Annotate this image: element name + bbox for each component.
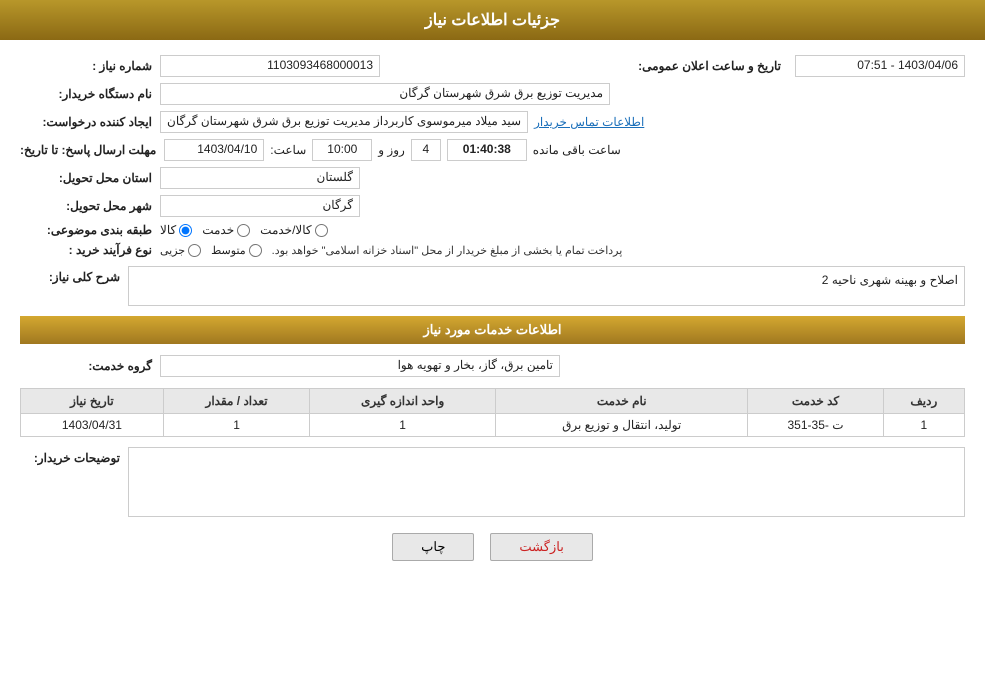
sharh-label: شرح کلی نیاز: bbox=[20, 266, 120, 284]
sharh-value: اصلاح و بهینه شهری ناحیه 2 bbox=[128, 266, 965, 306]
shahr-value: گرگان bbox=[160, 195, 360, 217]
naam-dastgah-value-area: مدیریت توزیع برق شرق شهرستان گرگان bbox=[160, 83, 965, 105]
mohlat-countdown: 01:40:38 bbox=[447, 139, 527, 161]
grohe-value-area: تامین برق، گاز، بخار و تهویه هوا bbox=[160, 355, 965, 377]
tarikh-label: تاریخ و ساعت اعلان عمومی: bbox=[638, 59, 789, 73]
row-farayand: نوع فرآیند خرید : جزیی متوسط پرداخت تمام… bbox=[20, 240, 965, 260]
radio-khadamat: خدمت bbox=[202, 223, 250, 237]
radio-motavassett-input[interactable] bbox=[249, 244, 262, 257]
page-wrapper: جزئیات اطلاعات نیاز شماره نیاز : 1103093… bbox=[0, 0, 985, 691]
radio-kala-khadamat-input[interactable] bbox=[315, 224, 328, 237]
col-tedad: تعداد / مقدار bbox=[163, 389, 309, 414]
naam-dastgah-label: نام دستگاه خریدار: bbox=[20, 87, 160, 101]
process-motavassett: متوسط bbox=[211, 244, 262, 257]
ostan-value: گلستان bbox=[160, 167, 360, 189]
services-table: ردیف کد خدمت نام خدمت واحد اندازه گیری ت… bbox=[20, 388, 965, 437]
print-button[interactable]: چاپ bbox=[392, 533, 474, 561]
mohlat-countdown-label: ساعت باقی مانده bbox=[533, 143, 621, 157]
col-vahed: واحد اندازه گیری bbox=[310, 389, 496, 414]
table-header-row: ردیف کد خدمت نام خدمت واحد اندازه گیری ت… bbox=[21, 389, 965, 414]
radio-motavassett-label: متوسط bbox=[211, 244, 246, 257]
table-row: 1 ت -35-351 تولید، انتقال و توزیع برق 1 … bbox=[21, 414, 965, 437]
row-sharh: شرح کلی نیاز: اصلاح و بهینه شهری ناحیه 2 bbox=[20, 266, 965, 306]
process-jozi: جزیی bbox=[160, 244, 201, 257]
shomare-label: شماره نیاز : bbox=[20, 59, 160, 73]
table-head: ردیف کد خدمت نام خدمت واحد اندازه گیری ت… bbox=[21, 389, 965, 414]
col-naam: نام خدمت bbox=[496, 389, 748, 414]
header-title: جزئیات اطلاعات نیاز bbox=[425, 12, 560, 29]
row-grohe: گروه خدمت: تامین برق، گاز، بخار و تهویه … bbox=[20, 352, 965, 380]
tarikh-area: تاریخ و ساعت اعلان عمومی: 1403/04/06 - 0… bbox=[563, 55, 966, 77]
col-radif: ردیف bbox=[883, 389, 964, 414]
mohlat-value-area: 1403/04/10 ساعت: 10:00 روز و 4 01:40:38 … bbox=[164, 139, 965, 161]
radio-kala-label: کالا bbox=[160, 223, 176, 237]
tabaqe-label: طبقه بندی موضوعی: bbox=[20, 223, 160, 237]
row-shomare: شماره نیاز : 1103093468000013 تاریخ و سا… bbox=[20, 52, 965, 80]
bottom-buttons: بازگشت چاپ bbox=[20, 533, 965, 561]
shahr-label: شهر محل تحویل: bbox=[20, 199, 160, 213]
ostan-value-area: گلستان bbox=[160, 167, 965, 189]
row-buyer-desc: توضیحات خریدار: bbox=[20, 447, 965, 517]
back-button[interactable]: بازگشت bbox=[490, 533, 592, 561]
ijad-value: سید میلاد میرموسوی کاربرداز مدیریت توزیع… bbox=[160, 111, 528, 133]
farayand-note: پرداخت تمام یا بخشی از مبلغ خریدار از مح… bbox=[272, 244, 623, 257]
mohlat-date: 1403/04/10 bbox=[164, 139, 264, 161]
shahr-value-area: گرگان bbox=[160, 195, 965, 217]
cell-kod: ت -35-351 bbox=[748, 414, 883, 437]
tabaqe-radio-group: کالا خدمت کالا/خدمت bbox=[160, 223, 328, 237]
cell-radif: 1 bbox=[883, 414, 964, 437]
services-title: اطلاعات خدمات مورد نیاز bbox=[423, 322, 561, 337]
radio-kala: کالا bbox=[160, 223, 192, 237]
row-mohlat: مهلت ارسال پاسخ: تا تاریخ: 1403/04/10 سا… bbox=[20, 136, 965, 164]
mohlat-label: مهلت ارسال پاسخ: تا تاریخ: bbox=[20, 143, 164, 157]
col-kod: کد خدمت bbox=[748, 389, 883, 414]
radio-jozi-input[interactable] bbox=[188, 244, 201, 257]
row-ijad: ایجاد کننده درخواست: سید میلاد میرموسوی … bbox=[20, 108, 965, 136]
radio-kala-khadamat-label: کالا/خدمت bbox=[260, 223, 311, 237]
ostan-label: استان محل تحویل: bbox=[20, 171, 160, 185]
cell-tedad: 1 bbox=[163, 414, 309, 437]
ijad-value-area: سید میلاد میرموسوی کاربرداز مدیریت توزیع… bbox=[160, 111, 965, 133]
radio-khadamat-input[interactable] bbox=[237, 224, 250, 237]
buyer-desc-label: توضیحات خریدار: bbox=[20, 447, 120, 465]
mohlat-days-label: روز و bbox=[378, 143, 405, 157]
shomare-value-area: 1103093468000013 bbox=[160, 55, 563, 77]
col-tarikh: تاریخ نیاز bbox=[21, 389, 164, 414]
table-body: 1 ت -35-351 تولید، انتقال و توزیع برق 1 … bbox=[21, 414, 965, 437]
mohlat-days: 4 bbox=[411, 139, 441, 161]
row-shahr: شهر محل تحویل: گرگان bbox=[20, 192, 965, 220]
grohe-value: تامین برق، گاز، بخار و تهویه هوا bbox=[160, 355, 560, 377]
radio-kala-khadamat: کالا/خدمت bbox=[260, 223, 327, 237]
page-header: جزئیات اطلاعات نیاز bbox=[0, 0, 985, 40]
farayand-value-area: جزیی متوسط پرداخت تمام یا بخشی از مبلغ خ… bbox=[160, 244, 965, 257]
cell-naam: تولید، انتقال و توزیع برق bbox=[496, 414, 748, 437]
ijad-label: ایجاد کننده درخواست: bbox=[20, 115, 160, 129]
grohe-label: گروه خدمت: bbox=[20, 359, 160, 373]
row-naam-dastgah: نام دستگاه خریدار: مدیریت توزیع برق شرق … bbox=[20, 80, 965, 108]
shomare-value: 1103093468000013 bbox=[160, 55, 380, 77]
mohlat-time: 10:00 bbox=[312, 139, 372, 161]
mohlat-time-label: ساعت: bbox=[270, 143, 306, 157]
radio-khadamat-label: خدمت bbox=[202, 223, 234, 237]
cell-vahed: 1 bbox=[310, 414, 496, 437]
naam-dastgah-value: مدیریت توزیع برق شرق شهرستان گرگان bbox=[160, 83, 610, 105]
tabaqe-value-area: کالا خدمت کالا/خدمت bbox=[160, 223, 965, 237]
contact-link[interactable]: اطلاعات تماس خریدار bbox=[534, 115, 644, 129]
radio-jozi-label: جزیی bbox=[160, 244, 185, 257]
buyer-desc-box bbox=[128, 447, 965, 517]
services-section-header: اطلاعات خدمات مورد نیاز bbox=[20, 316, 965, 344]
farayand-label: نوع فرآیند خرید : bbox=[20, 243, 160, 257]
cell-tarikh: 1403/04/31 bbox=[21, 414, 164, 437]
radio-kala-input[interactable] bbox=[179, 224, 192, 237]
row-ostan: استان محل تحویل: گلستان bbox=[20, 164, 965, 192]
tarikh-value: 1403/04/06 - 07:51 bbox=[795, 55, 965, 77]
farayand-process-row: جزیی متوسط پرداخت تمام یا بخشی از مبلغ خ… bbox=[160, 244, 622, 257]
row-tabaqe: طبقه بندی موضوعی: کالا خدمت کالا/خدمت bbox=[20, 220, 965, 240]
content-area: شماره نیاز : 1103093468000013 تاریخ و سا… bbox=[0, 40, 985, 573]
